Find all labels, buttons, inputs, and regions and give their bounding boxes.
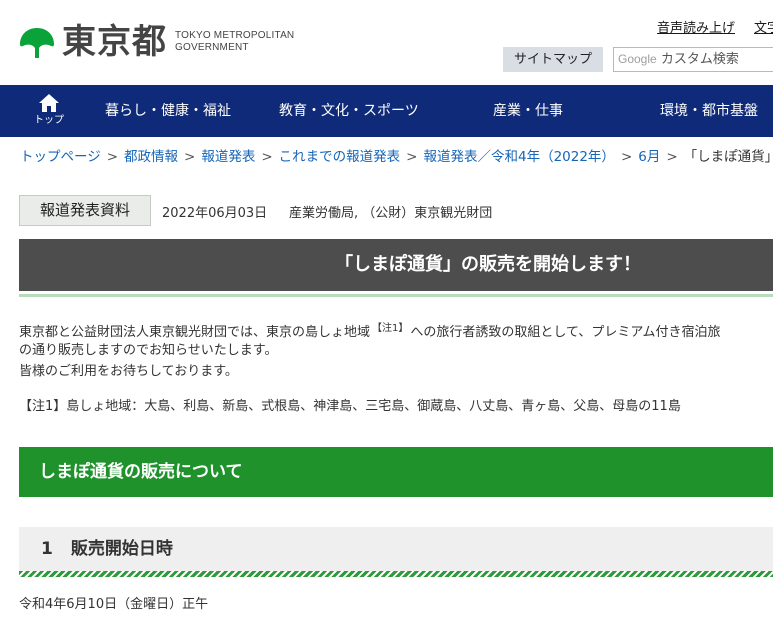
search-input[interactable]: Google カスタム検索 xyxy=(613,47,773,72)
breadcrumb-press-2022[interactable]: 報道発表／令和4年（2022年） xyxy=(423,149,614,165)
nav-item-education[interactable]: 教育・文化・スポーツ xyxy=(279,85,419,137)
breadcrumb-gov-info[interactable]: 都政情報 xyxy=(124,149,178,165)
breadcrumb-separator: > xyxy=(620,149,633,165)
breadcrumb-press[interactable]: 報道発表 xyxy=(201,149,255,165)
subsection-stripe-divider xyxy=(19,571,773,577)
site-logo[interactable]: 東京都 TOKYO METROPOLITAN GOVERNMENT xyxy=(18,24,294,60)
page-title: 「しまぽ通貨」の販売を開始します！ xyxy=(19,239,773,291)
google-brand-text: Google xyxy=(618,52,657,66)
breadcrumb-separator: > xyxy=(666,149,678,165)
breadcrumb-separator: > xyxy=(406,149,418,165)
breadcrumb: トップページ > 都政情報 > 報道発表 > これまでの報道発表 > 報道発表／令和4年（202… xyxy=(20,145,773,165)
global-nav: トップ 暮らし・健康・福祉 教育・文化・スポーツ 産業・仕事 環境・都市基盤 xyxy=(0,85,773,137)
island-note: 【注1】島しょ地域：大島、利島、新島、式根島、神津島、三宅島、御蔵島、八丈島、青… xyxy=(19,399,681,414)
title-divider xyxy=(19,294,773,297)
nav-home-label: トップ xyxy=(34,115,64,126)
logo-text-jp: 東京都 xyxy=(62,22,167,62)
section-heading: しまぽ通貨の販売について xyxy=(19,447,773,497)
nav-item-industry[interactable]: 産業・仕事 xyxy=(493,85,563,137)
logo-en-line2: GOVERNMENT xyxy=(175,42,249,53)
nav-item-environment[interactable]: 環境・都市基盤 xyxy=(660,85,758,137)
press-organization: 産業労働局, （公財）東京観光財団 xyxy=(289,206,493,221)
subsection-title: 販売開始日時 xyxy=(70,539,173,559)
intro-text-b: への旅行者誘致の取組として、プレミアム付き宿泊旅 xyxy=(410,325,721,340)
sitemap-button[interactable]: サイトマップ xyxy=(503,47,603,72)
logo-text-en: TOKYO METROPOLITAN GOVERNMENT xyxy=(175,30,294,54)
breadcrumb-top[interactable]: トップページ xyxy=(20,149,101,165)
breadcrumb-past-press[interactable]: これまでの報道発表 xyxy=(279,149,401,165)
voice-reading-link[interactable]: 音声読み上げ xyxy=(657,17,735,36)
home-icon xyxy=(39,94,59,112)
ginkgo-leaf-icon xyxy=(20,28,54,58)
intro-text-a: 東京都と公益財団法人東京観光財団では、東京の島しょ地域 xyxy=(19,325,371,340)
breadcrumb-current: 「しまぽ通貨」 xyxy=(683,149,773,165)
subsection-number: 1 xyxy=(41,539,53,559)
breadcrumb-separator: > xyxy=(106,149,119,165)
intro-paragraph-line3: 皆様のご利用をお待ちしております。 xyxy=(19,364,238,379)
note-reference: 【注1】 xyxy=(372,323,409,334)
press-release-label: 報道発表資料 xyxy=(19,195,151,226)
breadcrumb-separator: > xyxy=(184,149,196,165)
sale-start-datetime: 令和4年6月10日（金曜日）正午 xyxy=(19,597,209,612)
nav-home[interactable]: トップ xyxy=(26,91,72,135)
press-date: 2022年06月03日 xyxy=(162,206,268,221)
subsection-heading: 1 販売開始日時 xyxy=(19,527,773,571)
logo-en-line1: TOKYO METROPOLITAN xyxy=(175,30,295,41)
breadcrumb-june[interactable]: 6月 xyxy=(638,149,660,165)
intro-paragraph-line2: の通り販売しますのでお知らせいたします。 xyxy=(19,343,278,358)
site-header: 東京都 TOKYO METROPOLITAN GOVERNMENT 音声読み上げ… xyxy=(0,0,773,86)
search-placeholder: カスタム検索 xyxy=(660,52,739,67)
nav-item-living[interactable]: 暮らし・健康・福祉 xyxy=(105,85,231,137)
text-size-link[interactable]: 文字 xyxy=(754,17,773,36)
breadcrumb-separator: > xyxy=(261,149,273,165)
